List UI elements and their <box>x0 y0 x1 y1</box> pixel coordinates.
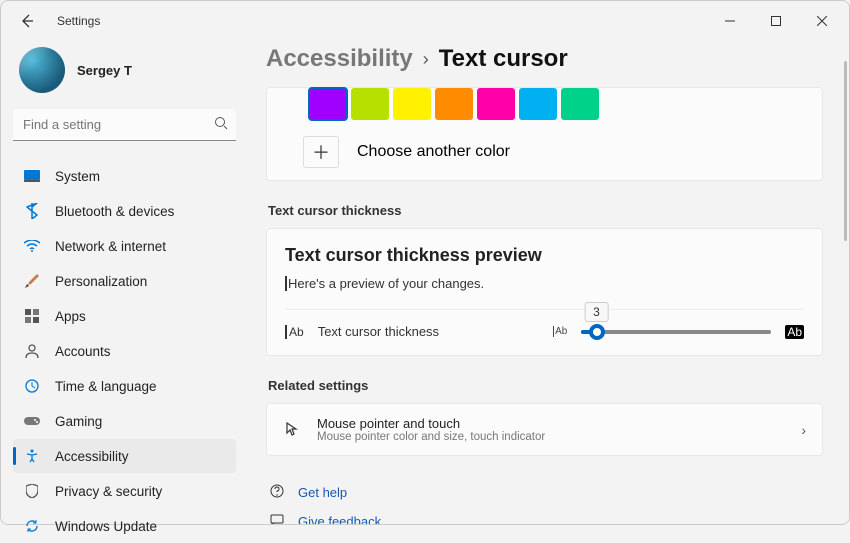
thickness-row: Ab Text cursor thickness Ab 3 Ab <box>285 309 804 355</box>
choose-color-row[interactable]: ＋ Choose another color <box>267 126 822 180</box>
slider-tooltip: 3 <box>584 302 609 322</box>
slider-thumb[interactable] <box>589 324 605 340</box>
brush-icon <box>23 272 41 290</box>
preview-title: Text cursor thickness preview <box>285 245 804 266</box>
accessibility-icon <box>23 447 41 465</box>
close-button[interactable] <box>799 6 845 36</box>
maximize-button[interactable] <box>753 6 799 36</box>
scrollbar[interactable] <box>844 61 847 241</box>
sidebar-item-accessibility[interactable]: Accessibility <box>13 439 236 473</box>
sidebar-item-label: Time & language <box>55 379 157 394</box>
sidebar-item-personalization[interactable]: Personalization <box>13 264 236 298</box>
bluetooth-icon <box>23 202 41 220</box>
mouse-desc: Mouse pointer color and size, touch indi… <box>317 431 545 443</box>
sidebar: Sergey T System Bluetooth & devices Netw… <box>1 41 246 524</box>
thickness-slider[interactable]: 3 <box>581 330 771 334</box>
preview-text: Here's a preview of your changes. <box>285 276 804 291</box>
sidebar-item-update[interactable]: Windows Update <box>13 509 236 543</box>
sidebar-item-privacy[interactable]: Privacy & security <box>13 474 236 508</box>
user-name: Sergey T <box>77 63 132 78</box>
wifi-icon <box>23 237 41 255</box>
close-icon <box>817 16 827 26</box>
slider-min-icon: Ab <box>553 326 567 337</box>
sidebar-item-label: Personalization <box>55 274 147 289</box>
sidebar-item-time[interactable]: Time & language <box>13 369 236 403</box>
chevron-right-icon: › <box>801 422 806 438</box>
choose-color-label: Choose another color <box>357 143 510 161</box>
breadcrumb-parent[interactable]: Accessibility <box>266 45 413 73</box>
sidebar-item-apps[interactable]: Apps <box>13 299 236 333</box>
color-swatch[interactable] <box>393 88 431 120</box>
update-icon <box>23 517 41 535</box>
thickness-label: Text cursor thickness <box>318 324 439 339</box>
search-input[interactable] <box>13 109 236 141</box>
feedback-label: Give feedback <box>298 514 381 524</box>
cursor-ab-icon: Ab <box>285 325 304 339</box>
color-swatches <box>267 88 822 126</box>
sidebar-item-label: Privacy & security <box>55 484 162 499</box>
color-swatch[interactable] <box>477 88 515 120</box>
sidebar-item-accounts[interactable]: Accounts <box>13 334 236 368</box>
color-swatch[interactable] <box>309 88 347 120</box>
system-icon <box>23 167 41 185</box>
color-swatch[interactable] <box>519 88 557 120</box>
sidebar-item-label: Accounts <box>55 344 111 359</box>
sidebar-item-label: Apps <box>55 309 86 324</box>
mouse-icon <box>283 421 301 439</box>
help-icon <box>268 484 286 501</box>
mouse-title: Mouse pointer and touch <box>317 416 545 431</box>
get-help-label: Get help <box>298 485 347 500</box>
section-thickness: Text cursor thickness <box>268 203 823 218</box>
section-related: Related settings <box>268 378 823 393</box>
sidebar-item-label: Bluetooth & devices <box>55 204 174 219</box>
user-block[interactable]: Sergey T <box>13 41 236 109</box>
minimize-button[interactable] <box>707 6 753 36</box>
chevron-right-icon: › <box>423 49 429 70</box>
sidebar-item-gaming[interactable]: Gaming <box>13 404 236 438</box>
gamepad-icon <box>23 412 41 430</box>
back-button[interactable] <box>15 9 39 33</box>
arrow-left-icon <box>19 13 35 29</box>
color-swatch[interactable] <box>435 88 473 120</box>
avatar <box>19 47 65 93</box>
slider-max-icon: Ab <box>785 325 804 339</box>
app-title: Settings <box>57 14 100 28</box>
sidebar-item-label: Network & internet <box>55 239 166 254</box>
sidebar-item-bluetooth[interactable]: Bluetooth & devices <box>13 194 236 228</box>
search-icon <box>214 116 228 133</box>
shield-icon <box>23 482 41 500</box>
search-box <box>13 109 236 141</box>
maximize-icon <box>771 16 781 26</box>
get-help-link[interactable]: Get help <box>266 478 823 507</box>
nav-list: System Bluetooth & devices Network & int… <box>13 159 236 543</box>
clock-icon <box>23 377 41 395</box>
breadcrumb-current: Text cursor <box>439 45 568 73</box>
sidebar-item-label: System <box>55 169 100 184</box>
sidebar-item-network[interactable]: Network & internet <box>13 229 236 263</box>
color-swatch[interactable] <box>561 88 599 120</box>
plus-icon: ＋ <box>303 136 339 168</box>
sidebar-item-label: Gaming <box>55 414 102 429</box>
mouse-pointer-card[interactable]: Mouse pointer and touch Mouse pointer co… <box>266 403 823 456</box>
sidebar-item-system[interactable]: System <box>13 159 236 193</box>
main-content: Accessibility › Text cursor ＋ Choose ano… <box>246 41 849 524</box>
feedback-link[interactable]: Give feedback <box>266 507 823 524</box>
titlebar: Settings <box>1 1 849 41</box>
person-icon <box>23 342 41 360</box>
window-controls <box>707 6 845 36</box>
color-swatch[interactable] <box>351 88 389 120</box>
breadcrumb: Accessibility › Text cursor <box>266 41 823 87</box>
sidebar-item-label: Accessibility <box>55 449 129 464</box>
sidebar-item-label: Windows Update <box>55 519 157 534</box>
color-card: ＋ Choose another color <box>266 87 823 181</box>
minimize-icon <box>725 16 735 26</box>
feedback-icon <box>268 513 286 524</box>
thickness-card: Text cursor thickness preview Here's a p… <box>266 228 823 356</box>
apps-icon <box>23 307 41 325</box>
